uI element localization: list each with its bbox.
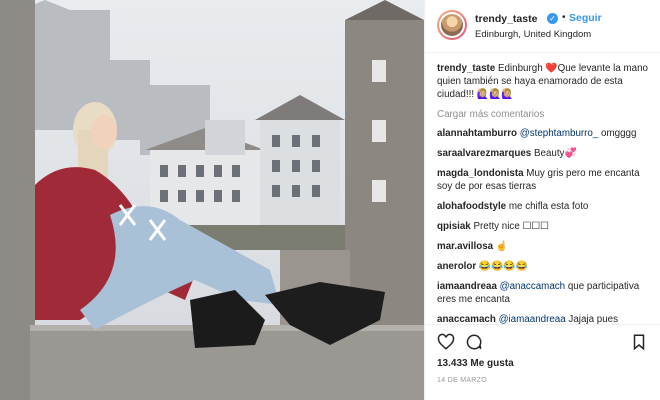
comment-text: ☝️ bbox=[493, 241, 509, 252]
comment-username[interactable]: alohafoodstyle bbox=[437, 201, 506, 212]
comment-username[interactable]: mar.avillosa bbox=[437, 241, 493, 252]
post-location[interactable]: Edinburgh, United Kingdom bbox=[475, 29, 591, 40]
post-caption: trendy_taste Edinburgh ❤️Que levante la … bbox=[437, 62, 651, 101]
caption-username[interactable]: trendy_taste bbox=[437, 63, 495, 74]
comment-text: 😂😂😂😂 bbox=[476, 261, 528, 272]
comment-item: anerolor 😂😂😂😂 bbox=[437, 260, 651, 273]
comment-item: saraalvarezmarques Beauty💞 bbox=[437, 147, 651, 160]
comment-username[interactable]: anerolor bbox=[437, 261, 476, 272]
avatar-ring bbox=[439, 12, 465, 38]
verified-badge-icon: ✓ bbox=[547, 13, 558, 24]
comment-item: alohafoodstyle me chifla esta foto bbox=[437, 200, 651, 213]
comment-item: magda_londonista Muy gris pero me encant… bbox=[437, 167, 651, 193]
post-photo[interactable] bbox=[0, 0, 424, 400]
comment-mention[interactable]: @stephtamburro_ bbox=[520, 128, 599, 139]
comment-item: mar.avillosa ☝️ bbox=[437, 240, 651, 253]
post-header: trendy_taste ✓ • Seguir Edinburgh, Unite… bbox=[425, 0, 660, 53]
comment-item: alannahtamburro @stephtamburro_ omgggg bbox=[437, 127, 651, 140]
follow-button[interactable]: Seguir bbox=[569, 12, 602, 24]
comment-item: iamaandreaa @anaccamach que participativ… bbox=[437, 280, 651, 306]
post-date[interactable]: 14 DE MARZO bbox=[437, 377, 487, 384]
comment-username[interactable]: iamaandreaa bbox=[437, 281, 497, 292]
separator-dot: • bbox=[562, 12, 566, 23]
heart-icon[interactable] bbox=[437, 333, 455, 351]
comment-text: Beauty💞 bbox=[531, 148, 577, 159]
comment-username[interactable]: alannahtamburro bbox=[437, 128, 517, 139]
post-username[interactable]: trendy_taste bbox=[475, 13, 537, 25]
comment-mention[interactable]: @anaccamach bbox=[500, 281, 566, 292]
avatar-image bbox=[441, 14, 463, 36]
load-more-comments-link[interactable]: Cargar más comentarios bbox=[437, 109, 651, 120]
comment-username[interactable]: qpisiak bbox=[437, 221, 471, 232]
instagram-post: trendy_taste ✓ • Seguir Edinburgh, Unite… bbox=[0, 0, 660, 400]
comment-item: qpisiak Pretty nice ☐☐☐ bbox=[437, 220, 651, 233]
post-actions-bar: 13.433 Me gusta 14 DE MARZO bbox=[425, 324, 660, 385]
comment-username[interactable]: magda_londonista bbox=[437, 168, 524, 179]
comment-text: Pretty nice ☐☐☐ bbox=[470, 221, 549, 232]
edinburgh-photo-illustration bbox=[0, 0, 424, 400]
comments-list: trendy_taste Edinburgh ❤️Que levante la … bbox=[437, 62, 651, 326]
comment-icon[interactable] bbox=[465, 333, 483, 351]
bookmark-icon[interactable] bbox=[630, 333, 648, 351]
comment-username[interactable]: saraalvarezmarques bbox=[437, 148, 531, 159]
comment-text: me chifla esta foto bbox=[506, 201, 589, 212]
post-details-panel: trendy_taste ✓ • Seguir Edinburgh, Unite… bbox=[424, 0, 660, 400]
avatar[interactable] bbox=[437, 10, 467, 40]
likes-count[interactable]: 13.433 Me gusta bbox=[437, 358, 514, 369]
comment-text: omgggg bbox=[598, 128, 637, 139]
